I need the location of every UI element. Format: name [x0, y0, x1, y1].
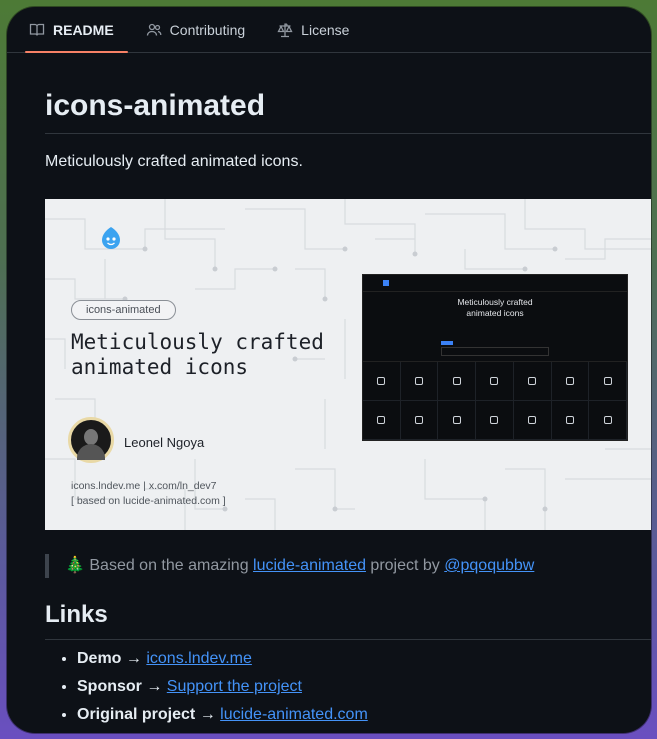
tab-contributing-label: Contributing [169, 21, 246, 38]
tab-bar: README Contributing License [7, 7, 651, 53]
preview-title: Meticulously crafted animated icons [457, 297, 533, 318]
tab-readme[interactable]: README [25, 7, 128, 53]
preview-icon-grid [363, 361, 627, 440]
banner-headline-line2: animated icons [71, 355, 249, 379]
banner-based-line: [ based on lucide-animated.com ] [71, 495, 226, 507]
blockquote: 🎄 Based on the amazing lucide-animated p… [45, 554, 534, 578]
banner-pill: icons-animated [71, 300, 176, 320]
tab-license[interactable]: License [273, 7, 363, 52]
law-icon [277, 22, 293, 37]
tab-readme-label: README [53, 21, 114, 38]
preview-install-box [441, 347, 549, 356]
sponsor-link[interactable]: Support the project [167, 678, 302, 695]
list-item: Original project → lucide-animated.com [77, 701, 368, 729]
readme-content: icons-animated Meticulously crafted anim… [45, 53, 651, 723]
site-preview-screenshot: Meticulously crafted animated icons [362, 274, 628, 441]
readme-window: README Contributing License icons-animat… [7, 7, 651, 733]
links-list: Demo → icons.lndev.me Sponsor → Support … [45, 645, 368, 729]
list-item: Demo → icons.lndev.me [77, 645, 368, 673]
book-icon [29, 23, 45, 36]
original-project-link[interactable]: lucide-animated.com [220, 706, 368, 723]
demo-link[interactable]: icons.lndev.me [146, 650, 252, 667]
author-avatar [68, 417, 114, 463]
preview-logo-icon [383, 280, 389, 286]
author-name: Leonel Ngoya [124, 435, 205, 450]
tab-license-label: License [301, 21, 350, 38]
readme-title: icons-animated [45, 53, 651, 134]
banner-headline: Meticulously crafted animated icons [71, 330, 371, 380]
lucide-animated-link[interactable]: lucide-animated [253, 557, 366, 574]
banner-links-line: icons.lndev.me | x.com/ln_dev7 [71, 480, 217, 492]
lndev-logo [102, 227, 120, 249]
list-item: Sponsor → Support the project [77, 673, 368, 701]
tree-emoji-icon: 🎄 [65, 557, 85, 574]
banner-headline-line1: Meticulously crafted [71, 330, 324, 354]
tab-contributing[interactable]: Contributing [142, 7, 260, 52]
people-icon [146, 23, 162, 36]
preview-tab [441, 341, 453, 345]
author-handle-link[interactable]: @pqoqubbw [444, 557, 534, 574]
preview-topbar [363, 275, 627, 292]
readme-description: Meticulously crafted animated icons. [45, 153, 303, 170]
links-heading: Links [45, 601, 651, 640]
banner-image: icons-animated Meticulously crafted anim… [45, 199, 651, 530]
